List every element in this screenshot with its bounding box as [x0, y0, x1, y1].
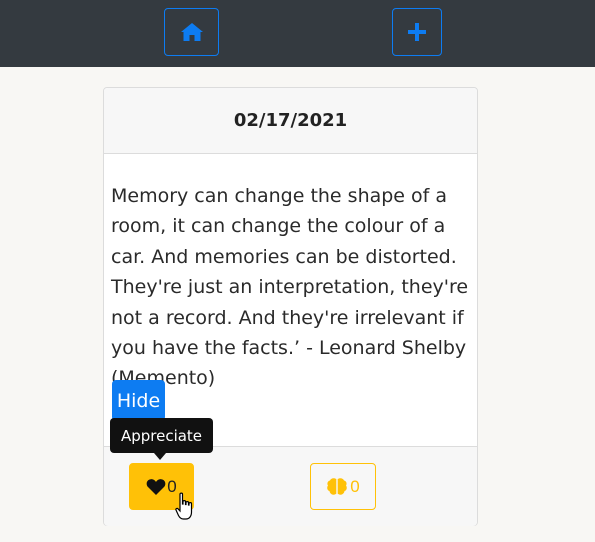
- home-icon: [180, 23, 203, 41]
- top-navbar: [0, 0, 595, 67]
- brain-icon: [327, 477, 348, 495]
- appreciate-tooltip: Appreciate: [110, 418, 213, 453]
- hand-cursor-icon: [175, 492, 193, 520]
- brain-button[interactable]: 0: [310, 463, 376, 510]
- card-date: 02/17/2021: [104, 88, 477, 154]
- entry-card: 02/17/2021 Memory can change the shape o…: [103, 87, 478, 526]
- quote-text: Memory can change the shape of a room, i…: [111, 185, 469, 390]
- plus-icon: [408, 23, 426, 41]
- home-button[interactable]: [164, 8, 219, 56]
- tooltip-arrow: [154, 453, 166, 460]
- hide-button[interactable]: Hide: [112, 380, 165, 421]
- heart-icon: [146, 478, 166, 495]
- brain-count: 0: [350, 476, 360, 496]
- add-button[interactable]: [392, 8, 442, 56]
